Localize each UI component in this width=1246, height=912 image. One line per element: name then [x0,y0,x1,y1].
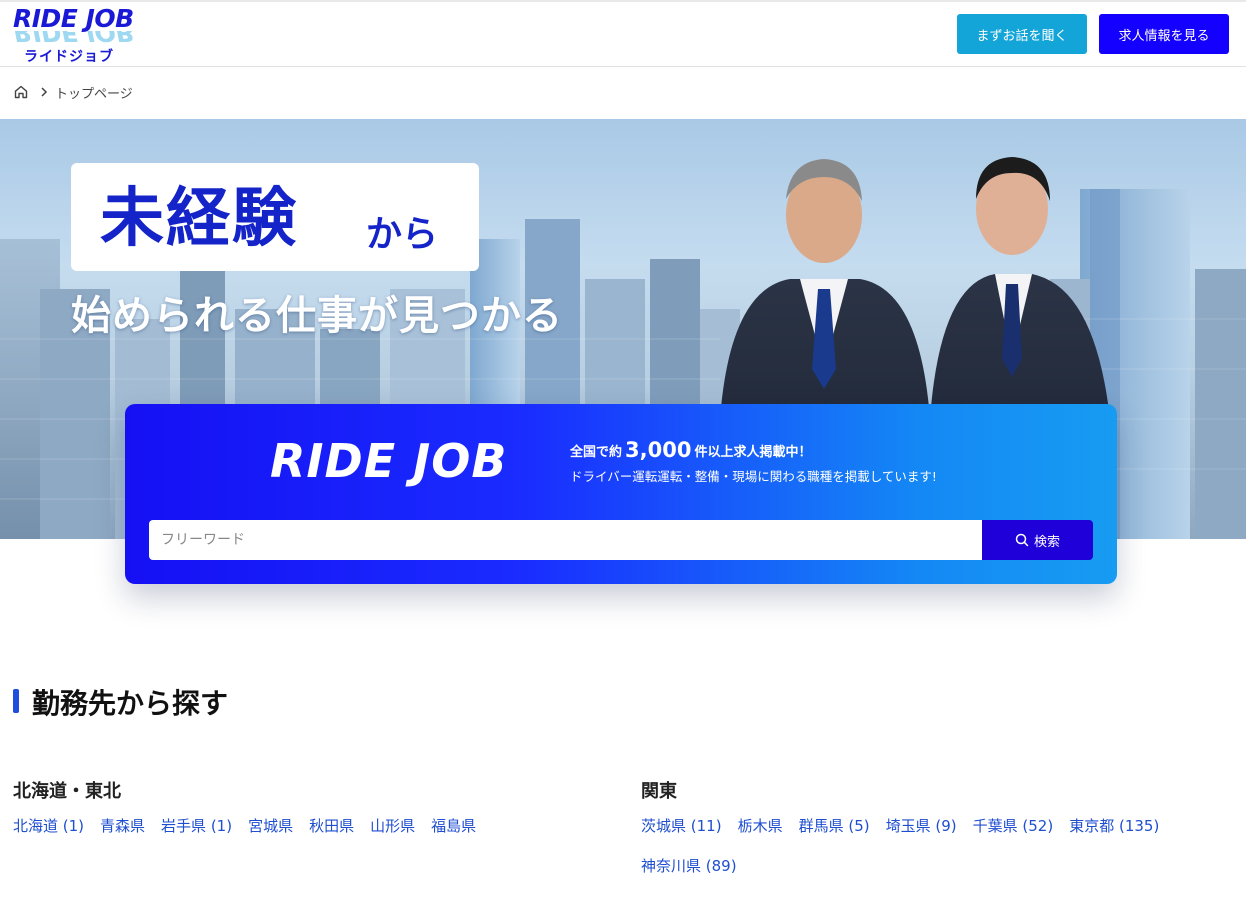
prefecture-link[interactable]: 神奈川県 (89) [641,855,737,877]
prefecture-link[interactable]: 千葉県 (52) [973,815,1054,837]
region-title-kanto: 関東 [641,781,677,802]
job-types-text: ドライバー運転運転・整備・現場に関わる職種を掲載しています! [570,469,937,484]
chevron-right-icon [41,87,48,97]
prefecture-link[interactable]: 埼玉県 (9) [886,815,957,837]
section-accent-bar [13,689,19,713]
headline-suffix: から [366,214,439,255]
site-header: RIDE JOB RIDE JOB ライドジョブ まずお話を聞く 求人情報を見る [0,0,1246,67]
search-button[interactable]: 検索 [982,520,1093,560]
headline-sub: 始められる仕事が見つかる [71,293,563,339]
prefecture-link[interactable]: 茨城県 (11) [641,815,722,837]
section-title: 勤務先から探す [32,687,229,720]
prefecture-link[interactable]: 秋田県 [309,815,354,837]
region-title-hokkaido-tohoku: 北海道・東北 [13,781,121,802]
prefecture-link[interactable]: 東京都 (135) [1069,815,1159,837]
logo-kana: ライドジョブ [24,49,114,65]
job-count-suffix: 件以上求人掲載中！ [694,445,812,460]
talk-first-button[interactable]: まずお話を聞く [957,14,1087,54]
prefecture-link[interactable]: 福島県 [431,815,476,837]
prefecture-link[interactable]: 山形県 [370,815,415,837]
free-word-search-input[interactable] [149,520,983,560]
prefecture-link[interactable]: 群馬県 (5) [799,815,870,837]
breadcrumb-current: トップページ [55,86,133,102]
prefecture-link[interactable]: 宮城県 [248,815,293,837]
search-icon [1015,533,1029,547]
home-icon[interactable] [13,84,29,100]
search-card: RIDE JOB 全国で約 3,000 件以上求人掲載中！ ドライバー運転運転・整備… [125,404,1117,584]
prefecture-link[interactable]: 北海道 (1) [13,815,84,837]
job-count-number: 3,000 [625,438,692,462]
prefecture-link[interactable]: 岩手県 (1) [161,815,232,837]
view-jobs-button[interactable]: 求人情報を見る [1099,14,1229,54]
region-links-hokkaido-tohoku: 北海道 (1) 青森県 岩手県 (1) 宮城県 秋田県 山形県 福島県 [13,815,593,837]
prefecture-link[interactable]: 青森県 [100,815,145,837]
card-logo: RIDE JOB [270,434,508,488]
job-count-text: 全国で約 3,000 件以上求人掲載中！ [570,438,811,462]
prefecture-link[interactable]: 栃木県 [738,815,783,837]
region-links-kanto: 茨城県 (11) 栃木県 群馬県 (5) 埼玉県 (9) 千葉県 (52) 東京… [641,815,1201,877]
job-count-prefix: 全国で約 [570,445,623,460]
logo-text: RIDE JOB [13,4,134,33]
search-button-label: 検索 [1033,534,1060,550]
site-logo[interactable]: RIDE JOB RIDE JOB ライドジョブ [12,4,136,66]
breadcrumb: トップページ [13,82,133,102]
headline-main: 未経験 [100,182,298,256]
